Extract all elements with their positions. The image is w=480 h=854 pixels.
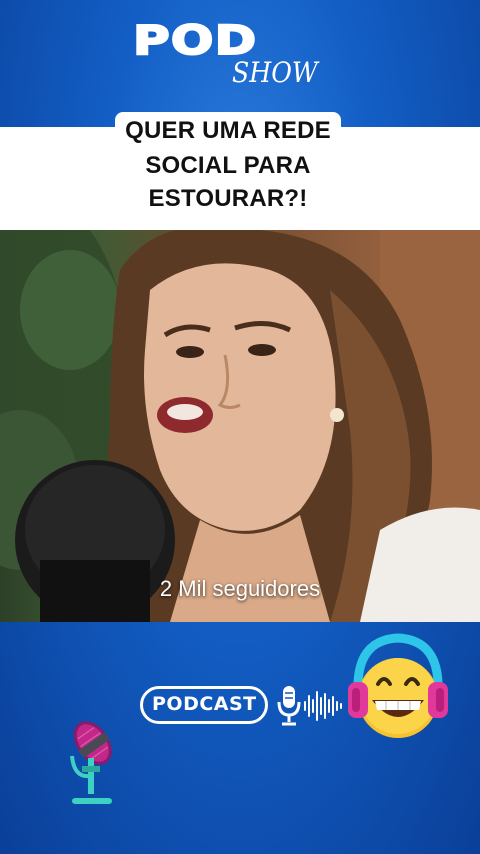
video-scene	[0, 230, 480, 622]
video-subtitle: 2 Mil seguidores	[159, 576, 321, 601]
sound-wave-icon	[304, 691, 342, 721]
video-frame[interactable]	[0, 230, 480, 622]
headphones-emoji-icon	[348, 633, 448, 738]
podcast-badge-label: PODCAST	[152, 693, 257, 715]
pod-show-logo: POD SHOW	[0, 0, 480, 130]
retro-microphone-icon	[70, 721, 112, 804]
headline: QUER UMA REDE SOCIAL PARA ESTOURAR?!	[108, 112, 348, 215]
headline-line-3: ESTOURAR?!	[148, 185, 308, 212]
microphone-icon	[277, 686, 301, 726]
headline-line-1: QUER UMA REDE	[125, 117, 331, 144]
headline-line-2: SOCIAL PARA	[145, 152, 311, 179]
logo-show-text: SHOW	[232, 56, 318, 89]
story-frame: POD SHOW QUER UMA REDE SOCIAL PARA ESTOU…	[0, 0, 480, 854]
